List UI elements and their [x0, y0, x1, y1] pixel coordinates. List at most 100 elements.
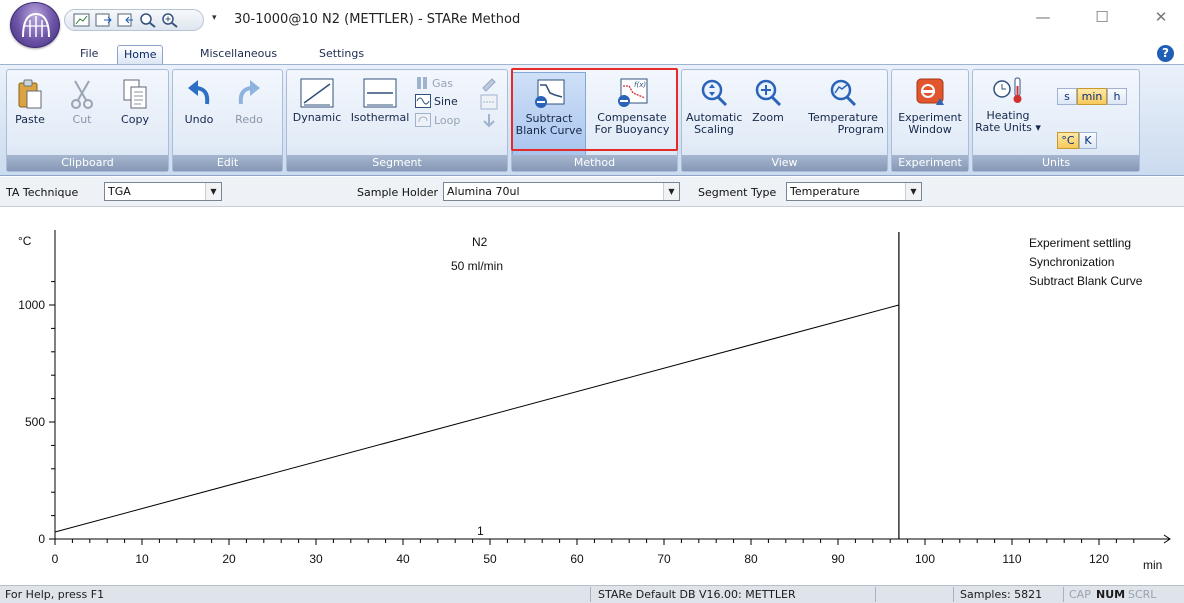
zoom-in-icon[interactable]: [161, 12, 179, 28]
ribbon-tabs: File Home Miscellaneous Settings ?: [0, 40, 1184, 64]
auto-scale-icon: [701, 79, 728, 107]
tab-miscellaneous[interactable]: Miscellaneous: [194, 45, 283, 64]
y-tick-label: 1000: [18, 298, 45, 312]
method-highlight-box: [511, 68, 678, 151]
dynamic-button[interactable]: Dynamic: [289, 78, 345, 124]
y-tick-label: 0: [38, 532, 45, 546]
ta-technique-label: TA Technique: [6, 186, 79, 199]
gas-button[interactable]: Gas: [415, 76, 453, 90]
y-axis-unit: °C: [18, 234, 32, 248]
cut-button[interactable]: Cut: [65, 78, 99, 126]
scissors-icon: [71, 80, 93, 109]
ta-technique-select[interactable]: TGA ▼: [104, 182, 222, 201]
copy-button[interactable]: Copy: [115, 78, 155, 126]
import-chart-icon[interactable]: [117, 12, 135, 28]
gas-icon: [417, 77, 427, 89]
group-segment: Dynamic Isothermal Gas Sine Loop Segment: [286, 69, 508, 172]
undo-label: Undo: [184, 113, 214, 126]
x-tick-label: 90: [831, 552, 845, 566]
sine-button[interactable]: Sine: [415, 94, 458, 108]
group-label-units: Units: [973, 155, 1139, 171]
temperature-program-line: [54, 304, 900, 533]
copy-label: Copy: [121, 113, 149, 126]
app-menu-button[interactable]: [10, 2, 60, 48]
paste-icon: [18, 79, 42, 109]
x-tick-label: 40: [396, 552, 410, 566]
close-button[interactable]: ✕: [1149, 8, 1173, 30]
group-label-clipboard: Clipboard: [7, 155, 168, 171]
gas-label: Gas: [432, 76, 453, 90]
help-icon[interactable]: ?: [1157, 45, 1174, 62]
status-num: NUM: [1096, 588, 1126, 601]
minimize-button[interactable]: —: [1031, 8, 1055, 30]
group-edit: Undo Redo Edit: [172, 69, 283, 172]
loop-button[interactable]: Loop: [415, 113, 460, 127]
group-clipboard: Paste Cut Copy Clipboard: [6, 69, 169, 172]
segment-tool-icon-3[interactable]: [480, 113, 498, 129]
y-tick-label: 500: [25, 415, 45, 429]
chart-icon[interactable]: [73, 12, 91, 28]
x-tick-label: 80: [744, 552, 758, 566]
x-axis-unit: min: [1143, 558, 1162, 572]
temperature-program-button[interactable]: Temperature Program: [798, 78, 888, 136]
sine-icon: [415, 94, 431, 108]
isothermal-button[interactable]: Isothermal: [347, 78, 413, 124]
x-tick-label: 120: [1089, 552, 1109, 566]
paste-label: Paste: [15, 113, 45, 126]
dropdown-arrow-icon: ▼: [663, 183, 679, 200]
unit-seconds-button[interactable]: s: [1057, 88, 1077, 105]
export-chart-icon[interactable]: [95, 12, 113, 28]
group-label-method: Method: [512, 155, 677, 171]
dynamic-segment-icon: [300, 78, 334, 108]
experiment-label-line2: Window: [908, 123, 952, 136]
status-bar: For Help, press F1 STARe Default DB V16.…: [0, 585, 1184, 603]
x-tick-label: 0: [52, 552, 59, 566]
temperature-program-plot[interactable]: 0 10 20 30 40 50 60 70 80 90 100 110 120 0 500 1000 N2 …: [0, 208, 1184, 584]
undo-icon: [188, 80, 210, 105]
x-tick-label: 70: [657, 552, 671, 566]
chart-svg: 0 10 20 30 40 50 60 70 80 90 100 110 12005001000 N2 …: [18, 230, 1171, 572]
zoom-in-large-icon: [755, 79, 782, 107]
unit-kelvin-button[interactable]: K: [1079, 132, 1097, 149]
maximize-button[interactable]: ☐: [1090, 8, 1114, 30]
experiment-window-button[interactable]: Experiment Window: [894, 78, 966, 136]
tab-home[interactable]: Home: [117, 45, 164, 64]
window-title: 30-1000@10 N2 (METTLER) - STARe Method: [234, 12, 521, 27]
sample-holder-select[interactable]: Alumina 70ul ▼: [443, 182, 680, 201]
ta-technique-value: TGA: [108, 185, 131, 198]
heating-rate-units-button[interactable]: Heating Rate Units ▾: [975, 76, 1041, 134]
unit-minutes-button[interactable]: min: [1077, 88, 1107, 105]
group-label-view: View: [682, 155, 887, 171]
paste-button[interactable]: Paste: [13, 78, 47, 126]
undo-button[interactable]: Undo: [179, 78, 219, 126]
automatic-scaling-button[interactable]: Automatic Scaling: [686, 78, 742, 136]
group-label-edit: Edit: [173, 155, 282, 171]
clock-thermometer-icon: [993, 77, 1022, 103]
sample-holder-value: Alumina 70ul: [447, 185, 520, 198]
quick-access-toolbar: [64, 9, 204, 31]
zoom-button[interactable]: Zoom: [748, 78, 788, 124]
unit-celsius-button[interactable]: °C: [1057, 132, 1079, 149]
x-tick-label: 100: [915, 552, 935, 566]
x-tick-label: 10: [135, 552, 149, 566]
x-tick-label: 20: [222, 552, 236, 566]
tab-settings[interactable]: Settings: [313, 45, 370, 64]
zoom-fit-icon[interactable]: [139, 12, 157, 28]
x-tick-label: 50: [483, 552, 497, 566]
redo-button[interactable]: Redo: [229, 78, 269, 126]
group-view: Automatic Scaling Zoom Temperature Progr…: [681, 69, 888, 172]
segment-tool-icon-1[interactable]: [480, 76, 498, 92]
gas-name-label: N2: [472, 235, 488, 249]
status-help-text: For Help, press F1: [5, 588, 105, 601]
segment-tool-icon-2[interactable]: [480, 94, 498, 110]
segment-type-label: Segment Type: [698, 186, 777, 199]
unit-hours-button[interactable]: h: [1107, 88, 1127, 105]
status-scrl: SCRL: [1128, 588, 1157, 601]
tab-file[interactable]: File: [74, 45, 104, 64]
segment-type-select[interactable]: Temperature ▼: [786, 182, 922, 201]
x-tick-label: 110: [1002, 552, 1021, 566]
gas-flow-label: 50 ml/min: [451, 259, 503, 273]
dropdown-arrow-icon: ▼: [905, 183, 921, 200]
mettler-logo-icon: [22, 12, 50, 38]
qat-customize-dropdown[interactable]: ▾: [212, 13, 217, 23]
